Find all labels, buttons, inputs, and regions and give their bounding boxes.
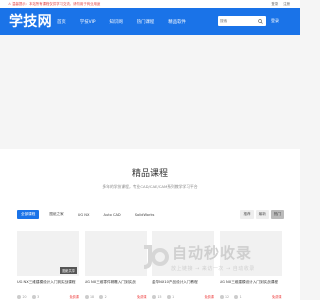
notice-text: ⚠ 温馨提示：本站所有课程仅供学习交流，请勿用于商业用途 [8, 2, 101, 6]
heart-icon [234, 294, 239, 299]
course-badge: 图纸共享 [60, 267, 77, 274]
search-icon [258, 18, 263, 24]
views-count: 15 [152, 294, 162, 299]
tab-drawings[interactable]: 图纸之家 [45, 210, 67, 219]
course-title[interactable]: UG NX三维零件精雕入门到实战 [85, 280, 147, 285]
nav-item-vip[interactable]: 学技VIP [73, 19, 103, 25]
likes-value: 2 [104, 294, 107, 299]
watermark: 自动秒收录 放上链接 → 来访一次 → 自动收录 [140, 240, 300, 284]
site-logo[interactable]: 学技网 [9, 11, 52, 31]
heart-icon [166, 294, 171, 299]
likes-value: 1 [239, 294, 242, 299]
price-tag: 免费课 [204, 295, 214, 299]
watermark-text: 自动秒收录 [172, 244, 253, 262]
views-count: 20 [17, 294, 27, 299]
section-subtitle: 多年的学技课程，专业CAD/CAE/CAM系列教学学习平台 [102, 184, 198, 189]
tab-all-courses[interactable]: 全部课程 [17, 210, 40, 219]
main-nav: 首页 学技VIP 知识网 热门课程 精品软件 [50, 8, 193, 35]
nav-item-home[interactable]: 首页 [50, 19, 73, 25]
likes-count: 1 [166, 294, 175, 299]
views-value: 20 [22, 294, 27, 299]
likes-count: 1 [234, 294, 242, 299]
category-tabs: 全部课程 图纸之家 UG NX Auto CAD SolidWorks [17, 210, 164, 219]
course-title[interactable]: UG NX三维建模设计入门到实战课程 [17, 280, 79, 285]
course-card[interactable]: 图纸共享 UG NX三维建模设计入门到实战课程 20 3 免费课 [17, 231, 79, 299]
views-count: 18 [84, 294, 95, 299]
eye-icon [152, 294, 156, 299]
topbar-links: 登录 注册 [267, 1, 290, 6]
likes-count: 3 [31, 294, 40, 299]
tab-autocad[interactable]: Auto CAD [99, 210, 124, 219]
sort-popular[interactable]: 热门 [270, 210, 284, 219]
course-meta: 12 1 免费课 [219, 294, 282, 299]
search-button[interactable] [255, 16, 266, 26]
heart-icon [99, 294, 104, 299]
header-login-link[interactable]: 登录 [271, 18, 279, 24]
sort-options: 推荐 最新 热门 [238, 210, 284, 219]
search-box [218, 16, 266, 26]
site-header: 学技网 首页 学技VIP 知识网 热门课程 精品软件 登录 [0, 8, 300, 35]
search-input[interactable] [218, 16, 254, 26]
views-value: 18 [90, 294, 95, 299]
sort-recommended[interactable]: 推荐 [240, 210, 254, 219]
course-meta: 20 3 免费课 [17, 294, 79, 299]
price-tag: 免费课 [136, 295, 147, 299]
nav-item-software[interactable]: 精品软件 [161, 19, 193, 25]
heart-icon [31, 294, 36, 299]
tab-solidworks[interactable]: SolidWorks [131, 210, 159, 219]
likes-value: 1 [172, 294, 175, 299]
course-meta: 15 1 免费课 [152, 294, 214, 299]
topbar-register-link[interactable]: 注册 [283, 2, 290, 6]
likes-count: 2 [99, 294, 107, 299]
watermark-subtext: 放上链接 → 来访一次 → 自动收录 [171, 266, 255, 272]
section-title: 精品课程 [131, 169, 168, 179]
views-value: 12 [225, 294, 230, 299]
topbar-login-link[interactable]: 登录 [271, 2, 278, 6]
price-tag: 免费课 [69, 295, 79, 299]
course-thumbnail[interactable] [84, 231, 147, 276]
eye-icon [219, 294, 224, 299]
views-count: 12 [219, 294, 230, 299]
nav-item-hot-courses[interactable]: 热门课程 [130, 19, 162, 25]
eye-icon [17, 294, 21, 299]
watermark-logo-icon [143, 245, 169, 269]
course-thumbnail[interactable]: 图纸共享 [17, 231, 79, 276]
course-meta: 18 2 免费课 [84, 294, 147, 299]
views-value: 15 [157, 294, 162, 299]
nav-item-knowledge[interactable]: 知识网 [103, 19, 130, 25]
likes-value: 3 [37, 294, 40, 299]
eye-icon [84, 294, 89, 299]
course-card[interactable]: UG NX三维零件精雕入门到实战 18 2 免费课 [84, 231, 147, 299]
sort-latest[interactable]: 最新 [255, 210, 269, 219]
price-tag: 免费课 [271, 295, 282, 299]
tab-ug-nx[interactable]: UG NX [74, 210, 94, 219]
top-notice-bar: ⚠ 温馨提示：本站所有课程仅供学习交流，请勿用于商业用途 登录 注册 [0, 0, 300, 8]
hero-banner [0, 35, 300, 149]
